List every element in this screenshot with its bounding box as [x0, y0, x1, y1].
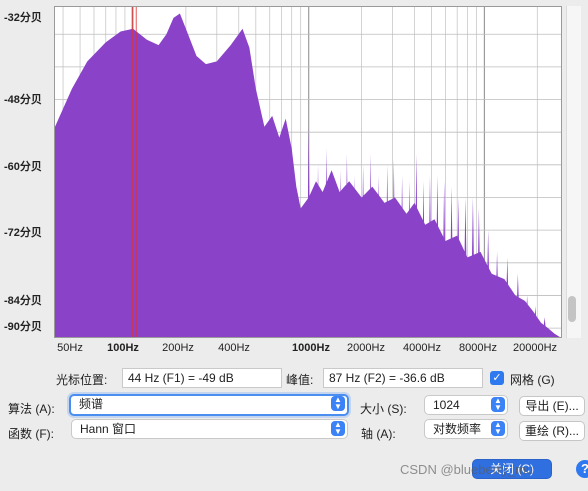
x-tick-label: 50Hz: [57, 342, 83, 354]
axis-select[interactable]: 对数频率 ▲ ▼: [424, 419, 508, 439]
algorithm-select[interactable]: 频谱 ▲ ▼: [69, 394, 349, 416]
vertical-scrollbar[interactable]: [566, 6, 581, 338]
watermark: CSDN @blueberry_mu: [400, 462, 534, 477]
window-function-value: Hann 窗口: [80, 422, 137, 436]
cursor-position-field: 44 Hz (F1) = -49 dB: [122, 368, 282, 388]
export-button[interactable]: 导出 (E)...: [519, 396, 585, 416]
x-tick-label: 100Hz: [107, 342, 139, 354]
chevron-updown-icon: ▲ ▼: [491, 421, 505, 436]
y-tick-label: -32分贝: [4, 12, 42, 24]
peak-label: 峰值:: [286, 373, 314, 387]
grid-checkbox[interactable]: ✓: [490, 371, 504, 385]
algorithm-label: 算法 (A):: [8, 402, 55, 416]
y-tick-label: -84分贝: [4, 295, 42, 307]
size-select[interactable]: 1024 ▲ ▼: [424, 395, 508, 415]
window-function-select[interactable]: Hann 窗口 ▲ ▼: [71, 419, 348, 439]
x-tick-label: 8000Hz: [459, 342, 497, 354]
y-tick-label: -60分贝: [4, 161, 42, 173]
chevron-updown-icon: ▲ ▼: [331, 421, 345, 436]
x-tick-label: 4000Hz: [403, 342, 441, 354]
spectrum-plot[interactable]: [54, 6, 562, 338]
replot-button[interactable]: 重绘 (R)...: [519, 421, 585, 441]
size-label: 大小 (S):: [360, 402, 407, 416]
x-tick-label: 20000Hz: [512, 342, 558, 354]
y-tick-label: -72分贝: [4, 227, 42, 239]
x-tick-label: 1000Hz: [292, 342, 330, 354]
cursor-position-label: 光标位置:: [56, 373, 108, 387]
peak-field: 87 Hz (F2) = -36.6 dB: [323, 368, 483, 388]
x-tick-label: 400Hz: [218, 342, 250, 354]
spectrum-chart: [55, 7, 561, 337]
grid-label[interactable]: 网格 (G): [510, 371, 555, 388]
function-label: 函数 (F):: [8, 427, 54, 441]
chevron-updown-icon: ▲ ▼: [491, 397, 505, 412]
size-value: 1024: [433, 398, 460, 412]
chevron-updown-icon: ▲ ▼: [331, 396, 345, 411]
y-tick-label: -48分贝: [4, 94, 42, 106]
y-tick-label: -90分贝: [4, 321, 42, 333]
algorithm-value: 频谱: [79, 397, 104, 411]
axis-value: 对数频率: [433, 422, 482, 436]
scrollbar-thumb[interactable]: [568, 296, 576, 322]
help-icon[interactable]: ?: [576, 460, 588, 478]
axis-label: 轴 (A):: [361, 427, 396, 441]
x-tick-label: 200Hz: [162, 342, 194, 354]
x-tick-label: 2000Hz: [347, 342, 385, 354]
